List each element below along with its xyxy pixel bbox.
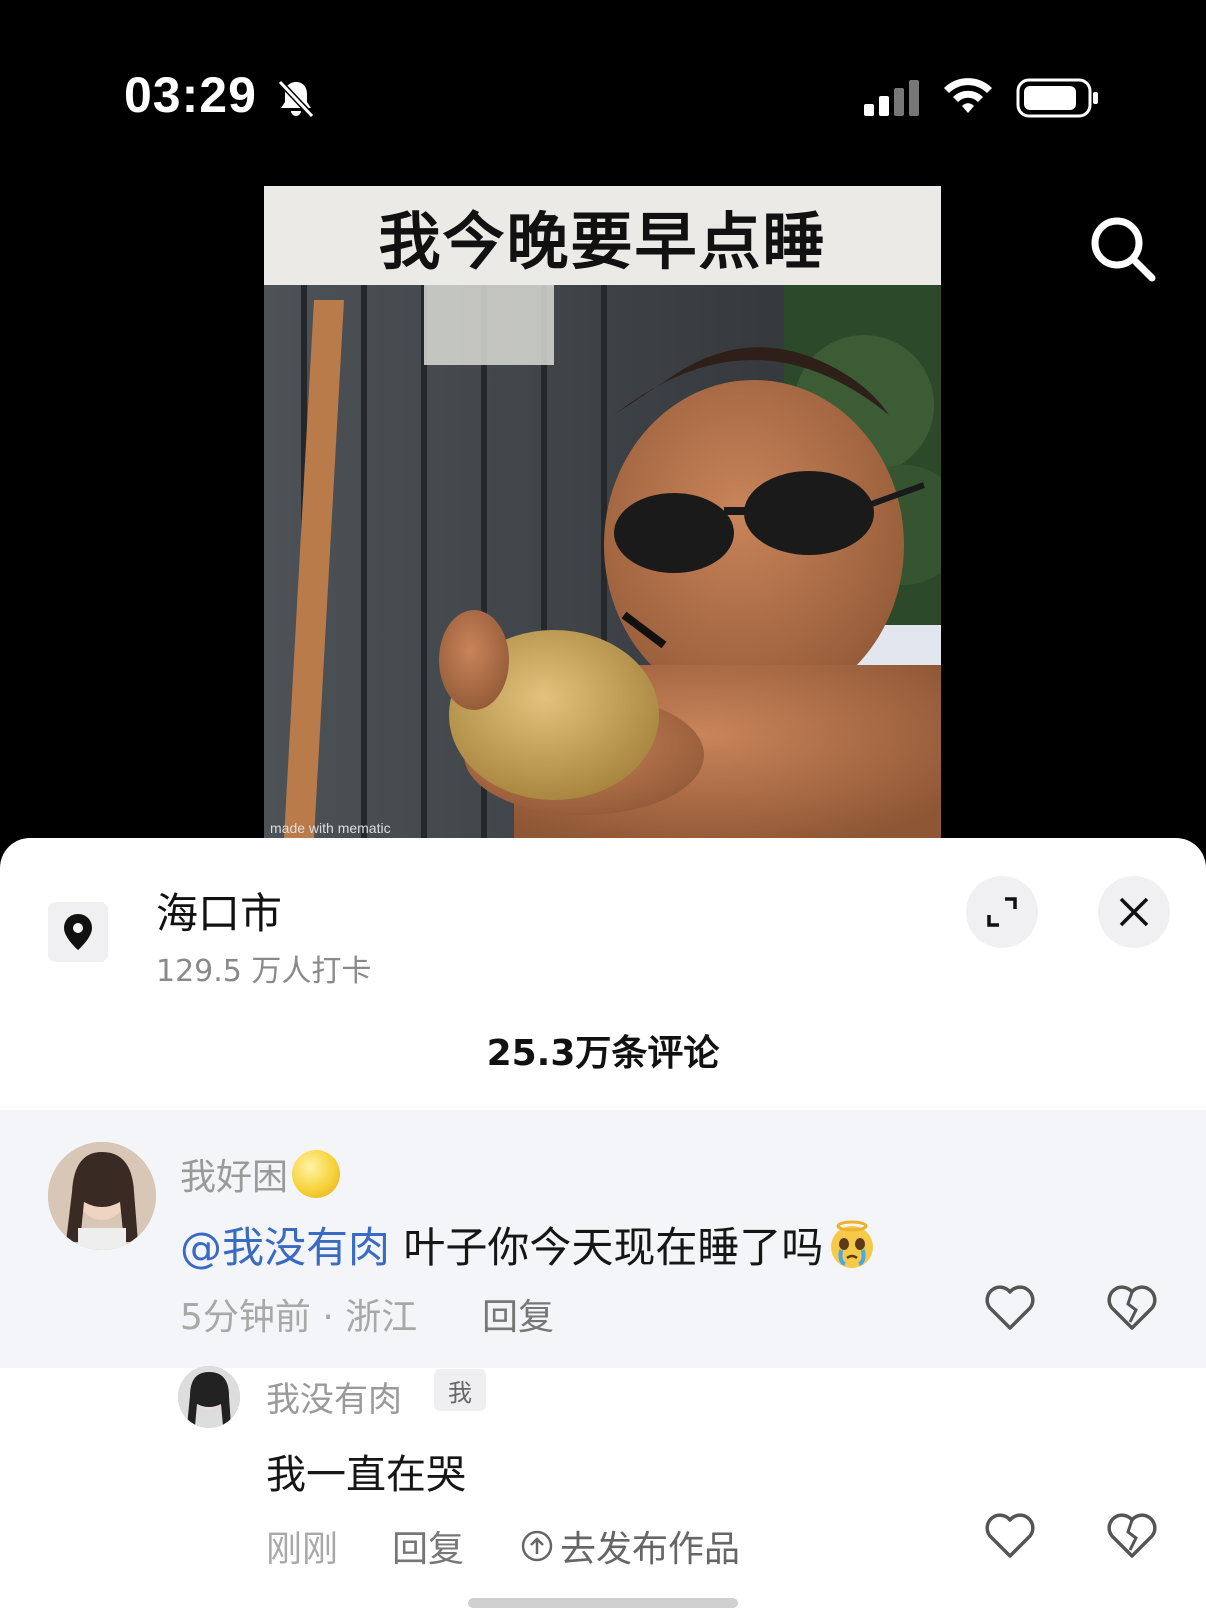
reply-like-heart-icon[interactable] <box>984 1510 1036 1562</box>
reply-author[interactable]: 我没有肉 <box>266 1372 402 1421</box>
expand-icon <box>987 897 1017 927</box>
wifi-icon <box>944 78 992 113</box>
reply-button[interactable]: 回复 <box>482 1288 554 1340</box>
location-icon-box[interactable] <box>48 902 108 962</box>
location-checkins: 129.5 万人打卡 <box>156 954 372 989</box>
crying-emoji-icon <box>831 1220 874 1268</box>
comment-count: 25.3万条评论 <box>486 1033 720 1074</box>
reply-reply-button[interactable]: 回复 <box>392 1520 464 1572</box>
status-time: 03:29 <box>124 67 257 123</box>
comment-sheet: 海口市 129.5 万人打卡 25.3万条评论 我好困 @我没有肉 叶子你今天现… <box>0 838 1206 1608</box>
publish-label: 去发布作品 <box>560 1529 741 1570</box>
reply-meta: 刚刚 <box>266 1529 339 1570</box>
mention-link[interactable]: @我没有肉 <box>180 1223 390 1272</box>
upload-circle-icon <box>521 1530 553 1562</box>
expand-button[interactable] <box>966 876 1038 948</box>
signal-icon <box>864 80 919 116</box>
meme-caption-bar: 我今晚要早点睡 <box>264 186 941 285</box>
meme-caption: 我今晚要早点睡 <box>378 204 827 278</box>
search-icon[interactable] <box>1088 214 1158 284</box>
publish-work-button[interactable]: 去发布作品 <box>520 1520 740 1572</box>
comment-author[interactable]: 我好困 <box>180 1148 341 1200</box>
author-name: 我好困 <box>180 1157 289 1198</box>
map-pin-icon <box>64 914 92 950</box>
like-heart-icon[interactable] <box>984 1282 1036 1334</box>
home-indicator[interactable] <box>468 1598 738 1608</box>
avatar[interactable] <box>48 1142 156 1250</box>
comment-meta: 5分钟前 · 浙江 <box>180 1297 418 1338</box>
comment-body: 叶子你今天现在睡了吗 <box>390 1223 824 1272</box>
meme-watermark: made with mematic <box>270 820 391 836</box>
meme-photo: made with mematic <box>264 285 941 838</box>
moon-emoji-icon <box>292 1150 341 1198</box>
comment-item[interactable]: 我好困 @我没有肉 叶子你今天现在睡了吗 5分钟前 · 浙江 回复 <box>0 1110 1206 1368</box>
reply-avatar[interactable] <box>178 1366 240 1428</box>
reply-text: 我一直在哭 <box>266 1452 466 1498</box>
close-icon <box>1119 897 1149 927</box>
dislike-broken-heart-icon[interactable] <box>1106 1282 1158 1334</box>
close-button[interactable] <box>1098 876 1170 948</box>
battery-icon <box>1016 78 1098 118</box>
comment-text: @我没有肉 叶子你今天现在睡了吗 <box>180 1214 877 1275</box>
reply-dislike-broken-heart-icon[interactable] <box>1106 1510 1158 1562</box>
author-badge: 我 <box>434 1369 486 1411</box>
video-frame[interactable]: 我今晚要早点睡 made with mematic <box>264 186 941 838</box>
location-title[interactable]: 海口市 <box>156 880 282 941</box>
bell-slash-icon <box>277 79 315 119</box>
